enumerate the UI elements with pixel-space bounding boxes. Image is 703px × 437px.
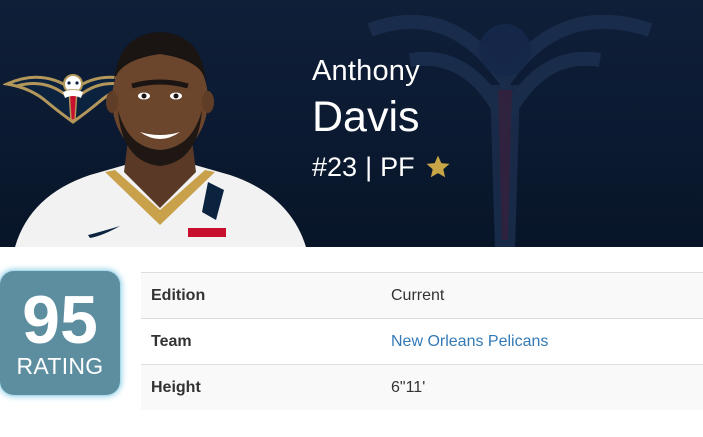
rating-label: RATING	[16, 353, 104, 379]
player-number: #23	[312, 152, 358, 182]
row-key-team: Team	[141, 318, 381, 365]
player-card-page: Anthony Davis #23 | PF 95 RATING Edition…	[0, 0, 703, 437]
table-row: Edition Current	[141, 272, 703, 319]
team-link[interactable]: New Orleans Pelicans	[391, 333, 548, 350]
row-value-team: New Orleans Pelicans	[381, 318, 703, 365]
row-value-height: 6"11'	[381, 364, 703, 410]
meta-separator: |	[365, 152, 373, 182]
player-headshot	[15, 32, 306, 247]
player-details-table: Edition Current Team New Orleans Pelican…	[141, 272, 703, 410]
rating-value: 95	[22, 282, 98, 358]
row-value-edition: Current	[381, 272, 703, 319]
table-row: Height 6"11'	[141, 364, 703, 410]
player-position: PF	[380, 152, 415, 182]
player-first-name: Anthony	[312, 55, 420, 87]
player-last-name: Davis	[312, 93, 420, 141]
row-key-height: Height	[141, 364, 381, 410]
player-number-position: #23 | PF	[312, 152, 451, 182]
star-icon	[426, 155, 450, 178]
overall-rating-badge: 95 RATING	[0, 271, 120, 395]
player-hero-banner: Anthony Davis #23 | PF	[0, 0, 703, 247]
table-row: Team New Orleans Pelicans	[141, 318, 703, 365]
row-key-edition: Edition	[141, 272, 381, 319]
